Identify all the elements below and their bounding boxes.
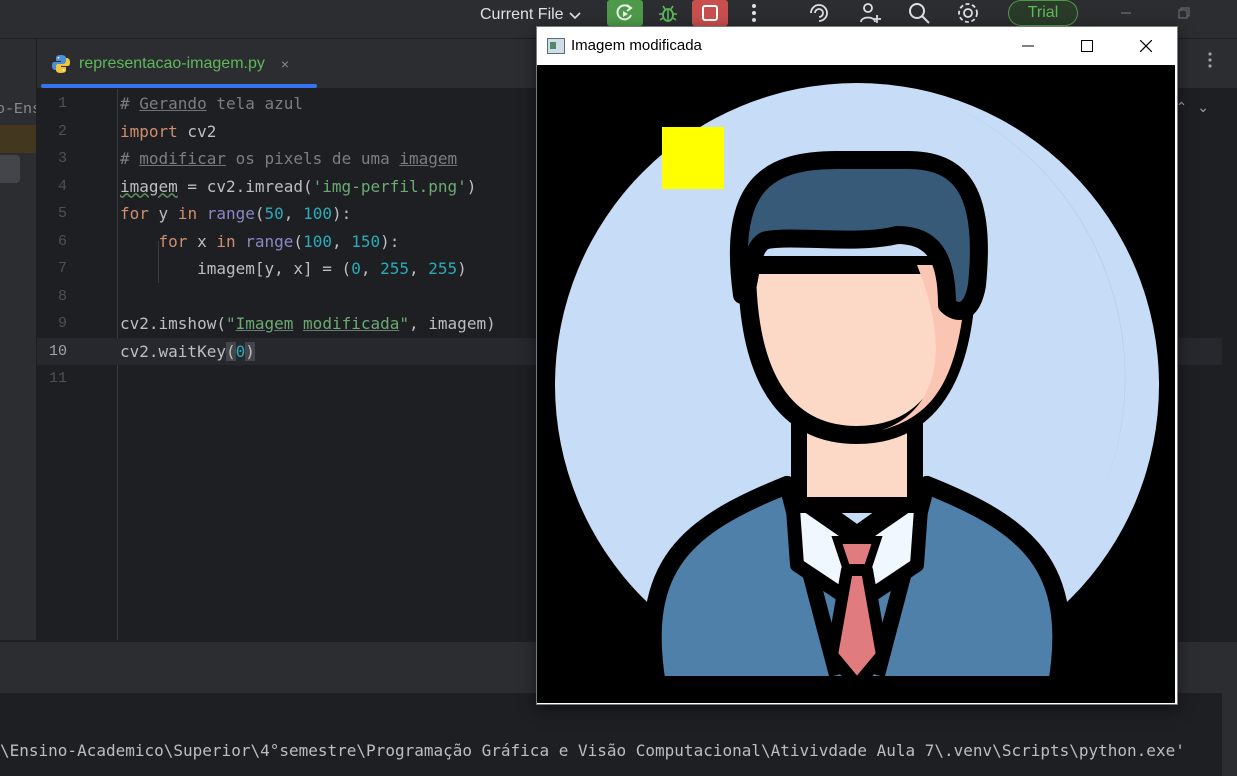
settings-button[interactable] bbox=[955, 0, 981, 26]
add-user-icon bbox=[860, 3, 881, 23]
stop-button[interactable] bbox=[692, 0, 728, 26]
line-number: 6 bbox=[57, 232, 67, 250]
console-scrollbar[interactable] bbox=[1222, 693, 1237, 776]
search-button[interactable] bbox=[906, 0, 932, 26]
line-number: 3 bbox=[57, 150, 67, 167]
minimize-icon bbox=[1121, 12, 1131, 14]
chevron-down-icon bbox=[569, 12, 581, 20]
maximize-icon bbox=[1081, 40, 1093, 52]
line-number: 9 bbox=[57, 315, 67, 332]
line-number: 7 bbox=[57, 260, 67, 277]
tab-close-button[interactable]: × bbox=[281, 56, 289, 72]
line-number: 2 bbox=[57, 122, 67, 140]
debug-icon bbox=[659, 5, 677, 22]
add-user-button[interactable] bbox=[857, 0, 883, 26]
line-number: 1 bbox=[57, 95, 67, 112]
python-file-icon bbox=[52, 55, 70, 73]
code-line-10[interactable]: cv2.waitKey(0) bbox=[120, 338, 255, 365]
code-line-6[interactable]: for x in range(100, 150): bbox=[120, 228, 400, 255]
search-icon bbox=[909, 3, 930, 24]
project-name-fragment: o-Ens bbox=[0, 101, 36, 118]
rerun-button[interactable] bbox=[607, 0, 643, 26]
modified-pixel-region bbox=[662, 127, 724, 189]
cv-window-title: Imagem modificada bbox=[571, 37, 702, 54]
indent-guide bbox=[158, 241, 159, 283]
opencv-image-window[interactable]: Imagem modificada bbox=[536, 26, 1178, 705]
line-number: 11 bbox=[48, 370, 67, 387]
window-app-icon bbox=[547, 38, 565, 54]
debug-button[interactable] bbox=[650, 0, 686, 26]
copilot-button[interactable] bbox=[806, 0, 832, 26]
active-tab-indicator bbox=[41, 84, 317, 88]
ide-minimize-button[interactable] bbox=[1116, 0, 1136, 26]
ide-restore-button[interactable] bbox=[1174, 0, 1194, 26]
trial-label: Trial bbox=[1027, 4, 1059, 21]
line-number: 4 bbox=[57, 177, 67, 195]
trial-badge[interactable]: Trial bbox=[1008, 0, 1078, 26]
more-actions-button[interactable] bbox=[744, 0, 764, 26]
close-icon bbox=[1140, 40, 1152, 52]
code-line-3[interactable]: # modificar os pixels de uma imagem bbox=[120, 145, 457, 172]
cv-maximize-button[interactable] bbox=[1064, 31, 1110, 61]
minimize-icon bbox=[1022, 45, 1034, 47]
code-line-9[interactable]: cv2.imshow("Imagem modificada", imagem) bbox=[120, 310, 496, 337]
rerun-icon bbox=[616, 4, 633, 21]
run-config-selector[interactable]: Current File bbox=[480, 2, 582, 28]
displayed-image bbox=[537, 65, 1175, 703]
code-line-4[interactable]: imagem = cv2.imread('img-perfil.png') bbox=[120, 173, 476, 200]
tab-options-button[interactable] bbox=[1207, 51, 1213, 74]
line-number-current: 10 bbox=[48, 342, 67, 360]
run-output-console[interactable]: \Ensino-Academico\Superior\4°semestre\Pr… bbox=[0, 693, 1237, 776]
restore-icon bbox=[1178, 7, 1190, 19]
cv-window-titlebar[interactable]: Imagem modificada bbox=[537, 27, 1177, 65]
copilot-icon bbox=[810, 4, 828, 22]
cv-minimize-button[interactable] bbox=[1005, 31, 1051, 61]
settings-icon bbox=[958, 3, 978, 23]
project-panel[interactable]: o-Ens bbox=[0, 39, 37, 640]
more-vertical-icon bbox=[1208, 52, 1212, 68]
code-line-2[interactable]: import cv2 bbox=[120, 118, 216, 145]
code-line-7[interactable]: imagem[y, x] = (0, 255, 255) bbox=[120, 255, 467, 282]
console-path-line: \Ensino-Academico\Superior\4°semestre\Pr… bbox=[0, 741, 1185, 760]
line-number: 8 bbox=[57, 287, 67, 305]
cv-close-button[interactable] bbox=[1123, 31, 1169, 61]
profile-avatar-illustration bbox=[537, 65, 1175, 703]
line-number: 5 bbox=[57, 205, 67, 222]
project-row-highlight[interactable] bbox=[0, 155, 20, 183]
stop-icon bbox=[702, 5, 718, 21]
tab-filename: representacao-imagem.py bbox=[79, 55, 265, 72]
more-vertical-icon bbox=[752, 4, 756, 22]
code-line-5[interactable]: for y in range(50, 100): bbox=[120, 200, 351, 227]
tab-representacao-imagem[interactable]: representacao-imagem.py × bbox=[51, 49, 289, 79]
selected-project-row[interactable] bbox=[0, 125, 36, 153]
code-line-1[interactable]: # Gerando tela azul bbox=[120, 90, 303, 117]
run-config-label: Current File bbox=[480, 6, 564, 23]
